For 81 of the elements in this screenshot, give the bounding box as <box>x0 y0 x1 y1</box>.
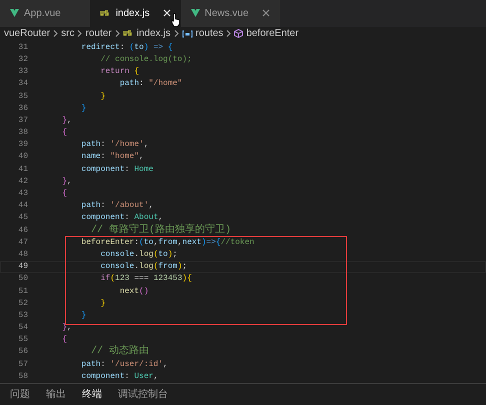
line-number: 58 <box>17 370 28 383</box>
js-icon <box>100 10 111 17</box>
code-line: { <box>61 334 68 346</box>
line-number: 42 <box>17 176 28 188</box>
code-line: }, <box>61 322 72 334</box>
line-number: 37 <box>17 114 28 127</box>
code-line: } <box>100 298 106 310</box>
line-number: 44 <box>17 200 28 212</box>
cube-icon <box>234 29 244 38</box>
chevron-icon <box>77 30 82 38</box>
panel-tab[interactable]: 调试控制台 <box>118 384 168 405</box>
vue-icon <box>190 9 200 18</box>
line-number: 48 <box>17 248 28 261</box>
line-number: 33 <box>17 66 28 78</box>
breadcrumb-item[interactable]: src <box>61 26 74 42</box>
line-number: 56 <box>17 346 28 358</box>
code-line: component: About, <box>80 212 164 224</box>
code-line: path: '/user/:id', <box>80 358 168 371</box>
code-line: } <box>100 90 106 102</box>
panel-tab[interactable]: 问题 <box>10 384 30 405</box>
breadcrumb-item[interactable]: router <box>85 26 112 42</box>
line-number: 50 <box>17 273 28 286</box>
breadcrumb-item[interactable]: index.js <box>136 26 171 42</box>
code-line: component: User, <box>80 370 158 383</box>
editor-tab[interactable]: App.vue <box>0 0 90 27</box>
editor-tab[interactable]: News.vue <box>180 0 280 27</box>
panel-tab[interactable]: 终端 <box>82 384 102 405</box>
line-number: 36 <box>17 102 28 115</box>
code-line: next() <box>118 286 149 298</box>
line-number: 40 <box>17 151 28 164</box>
line-number: 43 <box>17 188 28 200</box>
line-number: 47 <box>17 236 28 249</box>
chevron-icon <box>174 30 179 38</box>
code-line: if(123 === 123453){ <box>100 273 192 286</box>
chevron-icon <box>53 30 58 38</box>
pointer-icon <box>171 13 181 27</box>
breadcrumb-item[interactable]: vueRouter <box>4 26 50 42</box>
line-number: 46 <box>17 224 28 237</box>
code-line: // 每路守卫(路由独享的守卫) <box>90 224 232 237</box>
code-line: path: "/home" <box>118 78 182 90</box>
code-line: console.log(from); <box>100 261 188 274</box>
code-line: redirect: (to) => { <box>80 42 173 54</box>
line-number: 31 <box>17 42 28 54</box>
code-line: }, <box>61 176 72 188</box>
code-line: return { <box>100 66 140 78</box>
line-number: 39 <box>17 139 28 152</box>
code-line: beforeEnter:(to,from,next)=>{//token <box>80 236 254 249</box>
code-line: } <box>80 102 86 115</box>
line-number: 54 <box>17 322 28 334</box>
js-icon <box>122 30 134 38</box>
code-line: } <box>80 310 86 322</box>
code-line: name: "home", <box>80 151 144 164</box>
line-number: 35 <box>17 90 28 102</box>
chevron-icon <box>114 30 120 38</box>
code-line: // console.log(to); <box>100 54 192 66</box>
line-number: 55 <box>17 334 28 346</box>
code-line: }, <box>61 114 72 127</box>
code-line: path: '/about', <box>80 200 154 212</box>
panel-tab[interactable]: 输出 <box>46 384 66 405</box>
line-number: 34 <box>17 78 28 90</box>
line-number: 45 <box>17 212 28 224</box>
line-number: 49 <box>17 261 28 274</box>
line-number: 41 <box>17 164 28 176</box>
vue-icon <box>10 9 19 18</box>
variable-icon <box>182 30 193 38</box>
code-line: component: Home <box>80 164 154 176</box>
line-number: 32 <box>17 54 28 66</box>
line-number: 53 <box>17 310 28 322</box>
code-line: path: '/home', <box>80 139 149 152</box>
code-line: { <box>61 188 68 200</box>
line-number: 38 <box>17 127 28 140</box>
chevron-icon <box>226 30 232 38</box>
line-number: 51 <box>17 286 28 298</box>
breadcrumb-item[interactable]: beforeEnter <box>246 26 299 42</box>
code-line: { <box>61 127 68 140</box>
line-number: 57 <box>17 358 28 371</box>
line-number: 52 <box>17 298 28 310</box>
breadcrumb-item[interactable]: routes <box>196 26 224 42</box>
code-line: console.log(to); <box>100 248 178 261</box>
code-line: // 动态路由 <box>90 346 150 359</box>
editor-tab[interactable]: index.js <box>90 0 181 27</box>
